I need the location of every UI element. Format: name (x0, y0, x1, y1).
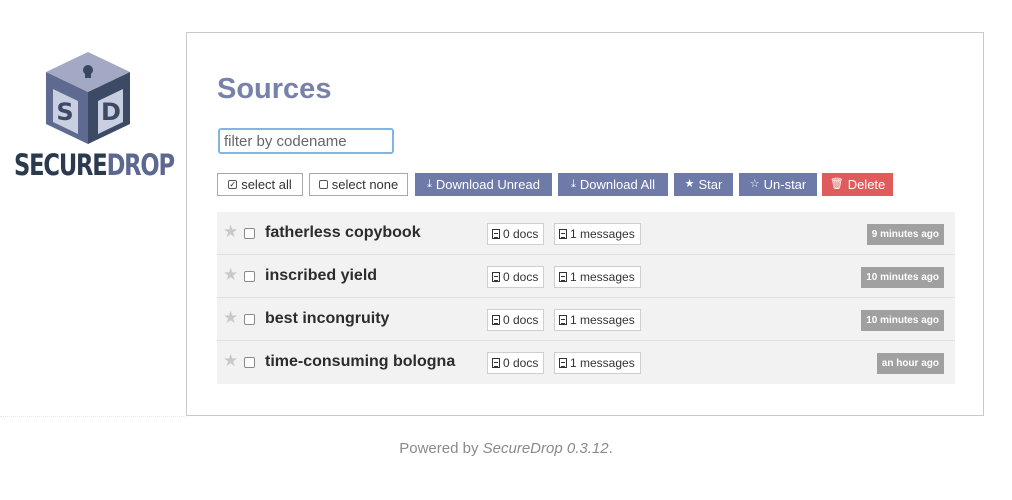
source-checkbox[interactable] (244, 228, 255, 239)
source-name-link[interactable]: time-consuming bologna (265, 353, 455, 371)
footer-suffix: . (608, 440, 613, 457)
star-icon: ★ (684, 178, 695, 190)
messages-count: 1 messages (554, 223, 641, 245)
divider (0, 416, 186, 417)
source-checkbox[interactable] (244, 271, 255, 282)
download-all-label: Download All (579, 177, 656, 192)
select-none-button[interactable]: select none (309, 173, 408, 196)
last-updated-badge: 10 minutes ago (861, 267, 944, 288)
docs-count-label: 0 docs (503, 313, 539, 327)
docs-count: 0 docs (487, 266, 545, 288)
docs-count: 0 docs (487, 223, 545, 245)
unstar-label: Un-star (763, 177, 807, 192)
last-updated-badge: an hour ago (876, 353, 944, 374)
logo-wordmark: SECUREDROP (14, 148, 175, 182)
messages-count-label: 1 messages (570, 313, 635, 327)
delete-label: Delete (847, 177, 886, 192)
source-name-link[interactable]: fatherless copybook (265, 224, 421, 242)
source-row[interactable]: ★ time-consuming bologna 0 docs 1 messag… (217, 341, 955, 384)
last-updated-badge: 9 minutes ago (866, 224, 944, 245)
source-name-link[interactable]: inscribed yield (265, 267, 377, 285)
file-icon (492, 272, 500, 282)
source-row[interactable]: ★ inscribed yield 0 docs 1 messages 10 m… (217, 255, 955, 298)
download-icon: ⤓ (427, 178, 432, 190)
check-square-icon: ✓ (228, 180, 238, 189)
logo-letter-d: D (101, 98, 121, 126)
source-row[interactable]: ★ fatherless copybook 0 docs 1 messages … (217, 212, 955, 255)
logo-word-secure: SECURE (14, 148, 108, 182)
download-unread-label: Download Unread (435, 177, 540, 192)
file-icon (492, 315, 500, 325)
star-icon[interactable]: ★ (223, 266, 238, 283)
docs-count-label: 0 docs (503, 270, 539, 284)
star-icon[interactable]: ★ (223, 309, 238, 326)
sources-panel: Sources ✓ select all select none ⤓ Downl… (186, 32, 984, 416)
download-all-button[interactable]: ⤓ Download All (558, 173, 668, 196)
source-checkbox[interactable] (244, 357, 255, 368)
page-title: Sources (217, 73, 332, 105)
delete-button[interactable]: 🗑 Delete (822, 173, 893, 196)
trash-icon: 🗑 (829, 178, 844, 190)
messages-count-label: 1 messages (570, 270, 635, 284)
messages-count-label: 1 messages (570, 227, 635, 241)
select-all-button[interactable]: ✓ select all (217, 173, 303, 196)
file-icon (492, 229, 500, 239)
logo-letter-s: S (56, 98, 73, 126)
unstar-button[interactable]: ☆ Un-star (739, 173, 817, 196)
source-checkbox[interactable] (244, 314, 255, 325)
square-icon (318, 180, 328, 189)
logo-word-drop: DROP (106, 148, 175, 182)
download-icon: ⤓ (570, 178, 576, 190)
file-icon (492, 358, 500, 368)
footer: Powered by SecureDrop 0.3.12. (0, 440, 1012, 457)
sources-list: ★ fatherless copybook 0 docs 1 messages … (217, 212, 955, 384)
star-button[interactable]: ★ Star (674, 173, 733, 196)
select-all-label: select all (241, 177, 292, 192)
star-icon[interactable]: ★ (223, 352, 238, 369)
source-row[interactable]: ★ best incongruity 0 docs 1 messages 10 … (217, 298, 955, 341)
star-icon[interactable]: ★ (223, 223, 238, 240)
securedrop-logo: S D SECUREDROP (12, 50, 175, 190)
footer-prefix: Powered by (399, 440, 483, 457)
docs-count: 0 docs (487, 309, 545, 331)
docs-count-label: 0 docs (503, 227, 539, 241)
footer-product-link[interactable]: SecureDrop 0.3.12 (483, 440, 609, 457)
messages-count: 1 messages (554, 309, 641, 331)
file-text-icon (559, 272, 567, 282)
download-unread-button[interactable]: ⤓ Download Unread (415, 173, 552, 196)
cube-logo-icon: S D (46, 52, 130, 144)
star-label: Star (698, 177, 723, 192)
messages-count: 1 messages (554, 352, 641, 374)
file-text-icon (559, 358, 567, 368)
docs-count-label: 0 docs (503, 356, 539, 370)
filter-codename-input[interactable] (218, 128, 394, 154)
select-none-label: select none (331, 177, 399, 192)
messages-count: 1 messages (554, 266, 641, 288)
file-text-icon (559, 229, 567, 239)
star-half-icon: ☆ (749, 178, 760, 190)
source-name-link[interactable]: best incongruity (265, 310, 389, 328)
messages-count-label: 1 messages (570, 356, 635, 370)
last-updated-badge: 10 minutes ago (861, 310, 944, 331)
file-text-icon (559, 315, 567, 325)
docs-count: 0 docs (487, 352, 545, 374)
